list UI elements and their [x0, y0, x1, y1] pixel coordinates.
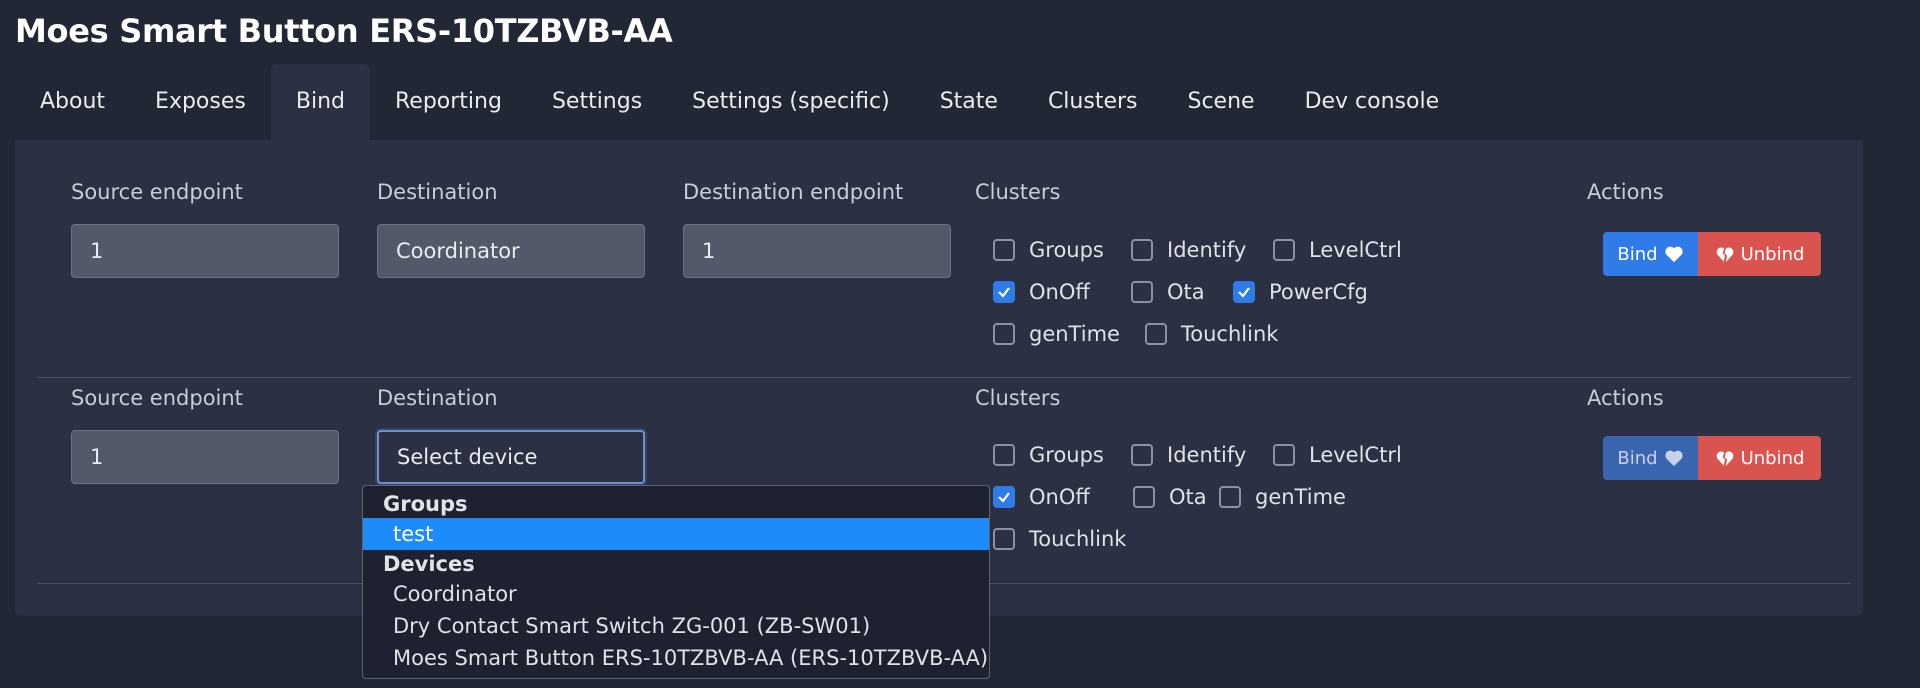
broken-heart-icon — [1716, 247, 1733, 263]
source-endpoint-header: Source endpoint — [71, 180, 243, 204]
cluster-checkbox-levelctrl[interactable]: LevelCtrl — [1273, 443, 1402, 467]
broken-heart-icon — [1716, 451, 1733, 467]
binding-row: Source endpoint Destination Destination … — [37, 140, 1851, 378]
cluster-label: OnOff — [1029, 485, 1090, 509]
source-endpoint-select[interactable]: 1 — [71, 224, 339, 278]
tab-dev-console[interactable]: Dev console — [1280, 64, 1465, 140]
checkbox-box[interactable] — [993, 281, 1015, 303]
cluster-checkbox-levelctrl[interactable]: LevelCtrl — [1273, 238, 1402, 262]
destination-dropdown-list: Groups test Devices Coordinator Dry Cont… — [362, 485, 990, 679]
tab-settings[interactable]: Settings — [527, 64, 667, 140]
cluster-checkbox-groups[interactable]: Groups — [993, 238, 1104, 262]
unbind-label: Unbind — [1740, 447, 1805, 469]
unbind-button[interactable]: Unbind — [1698, 436, 1821, 480]
cluster-label: Ota — [1169, 485, 1207, 509]
destination-select[interactable]: Coordinator — [377, 224, 645, 278]
cluster-checkbox-gentime[interactable]: genTime — [993, 322, 1120, 346]
destination-header: Destination — [377, 386, 498, 410]
bind-label: Bind — [1617, 447, 1658, 469]
dropdown-group-header: Devices — [383, 552, 475, 576]
tab-bind[interactable]: Bind — [270, 64, 370, 140]
actions-header: Actions — [1587, 386, 1664, 410]
destination-endpoint-select[interactable]: 1 — [683, 224, 951, 278]
checkbox-box[interactable] — [1133, 486, 1155, 508]
cluster-checkbox-onoff[interactable]: OnOff — [993, 485, 1090, 509]
cluster-label: genTime — [1255, 485, 1346, 509]
cluster-label: Ota — [1167, 280, 1205, 304]
dropdown-option-test[interactable]: test — [363, 518, 989, 550]
checkbox-box[interactable] — [1273, 444, 1295, 466]
checkbox-box[interactable] — [1233, 281, 1255, 303]
source-endpoint-header: Source endpoint — [71, 386, 243, 410]
dropdown-option-coordinator[interactable]: Coordinator — [363, 578, 989, 610]
tab-exposes[interactable]: Exposes — [130, 64, 271, 140]
tab-about[interactable]: About — [15, 64, 130, 140]
checkbox-box[interactable] — [1219, 486, 1241, 508]
actions-header: Actions — [1587, 180, 1664, 204]
cluster-label: LevelCtrl — [1309, 443, 1402, 467]
checkbox-box[interactable] — [1145, 323, 1167, 345]
unbind-button[interactable]: Unbind — [1698, 232, 1821, 276]
checkbox-box[interactable] — [993, 528, 1015, 550]
cluster-checkbox-powercfg[interactable]: PowerCfg — [1233, 280, 1368, 304]
tab-state[interactable]: State — [915, 64, 1023, 140]
destination-endpoint-header: Destination endpoint — [683, 180, 904, 204]
cluster-label: Identify — [1167, 443, 1247, 467]
page-title: Moes Smart Button ERS-10TZBVB-AA — [15, 12, 673, 50]
checkbox-box[interactable] — [1131, 281, 1153, 303]
tab-settings-specific[interactable]: Settings (specific) — [667, 64, 915, 140]
clusters-header: Clusters — [975, 180, 1061, 204]
tab-clusters[interactable]: Clusters — [1023, 64, 1163, 140]
tab-bar: About Exposes Bind Reporting Settings Se… — [15, 64, 1464, 140]
heart-icon — [1664, 450, 1683, 467]
checkbox-box[interactable] — [1131, 444, 1153, 466]
cluster-label: Identify — [1167, 238, 1247, 262]
cluster-label: genTime — [1029, 322, 1120, 346]
clusters-header: Clusters — [975, 386, 1061, 410]
tab-scene[interactable]: Scene — [1162, 64, 1279, 140]
cluster-checkbox-ota[interactable]: Ota — [1131, 280, 1205, 304]
tab-reporting[interactable]: Reporting — [370, 64, 527, 140]
destination-header: Destination — [377, 180, 498, 204]
cluster-checkbox-ota[interactable]: Ota — [1133, 485, 1207, 509]
checkbox-box[interactable] — [1273, 239, 1295, 261]
dropdown-option-dry-contact-switch[interactable]: Dry Contact Smart Switch ZG-001 (ZB-SW01… — [363, 610, 989, 642]
cluster-checkbox-touchlink[interactable]: Touchlink — [993, 527, 1126, 551]
checkbox-box[interactable] — [993, 239, 1015, 261]
checkbox-box[interactable] — [993, 486, 1015, 508]
unbind-label: Unbind — [1740, 243, 1805, 265]
destination-device-select[interactable]: Select device — [377, 430, 645, 484]
cluster-label: Groups — [1029, 443, 1104, 467]
cluster-checkbox-gentime[interactable]: genTime — [1219, 485, 1346, 509]
source-endpoint-select[interactable]: 1 — [71, 430, 339, 484]
dropdown-option-moes-smart-button[interactable]: Moes Smart Button ERS-10TZBVB-AA (ERS-10… — [363, 642, 989, 674]
bind-button[interactable]: Bind — [1603, 232, 1698, 276]
cluster-label: Touchlink — [1029, 527, 1127, 551]
cluster-label: Groups — [1029, 238, 1104, 262]
checkbox-box[interactable] — [993, 323, 1015, 345]
cluster-label: PowerCfg — [1269, 280, 1368, 304]
cluster-label: Touchlink — [1181, 322, 1279, 346]
cluster-checkbox-identify[interactable]: Identify — [1131, 238, 1246, 262]
bind-label: Bind — [1617, 243, 1658, 265]
cluster-label: OnOff — [1029, 280, 1090, 304]
cluster-label: LevelCtrl — [1309, 238, 1402, 262]
cluster-checkbox-identify[interactable]: Identify — [1131, 443, 1246, 467]
checkbox-box[interactable] — [1131, 239, 1153, 261]
cluster-checkbox-groups[interactable]: Groups — [993, 443, 1104, 467]
cluster-checkbox-touchlink[interactable]: Touchlink — [1145, 322, 1278, 346]
bind-button[interactable]: Bind — [1603, 436, 1698, 480]
checkbox-box[interactable] — [993, 444, 1015, 466]
heart-icon — [1664, 246, 1683, 263]
dropdown-group-header: Groups — [383, 492, 468, 516]
cluster-checkbox-onoff[interactable]: OnOff — [993, 280, 1090, 304]
